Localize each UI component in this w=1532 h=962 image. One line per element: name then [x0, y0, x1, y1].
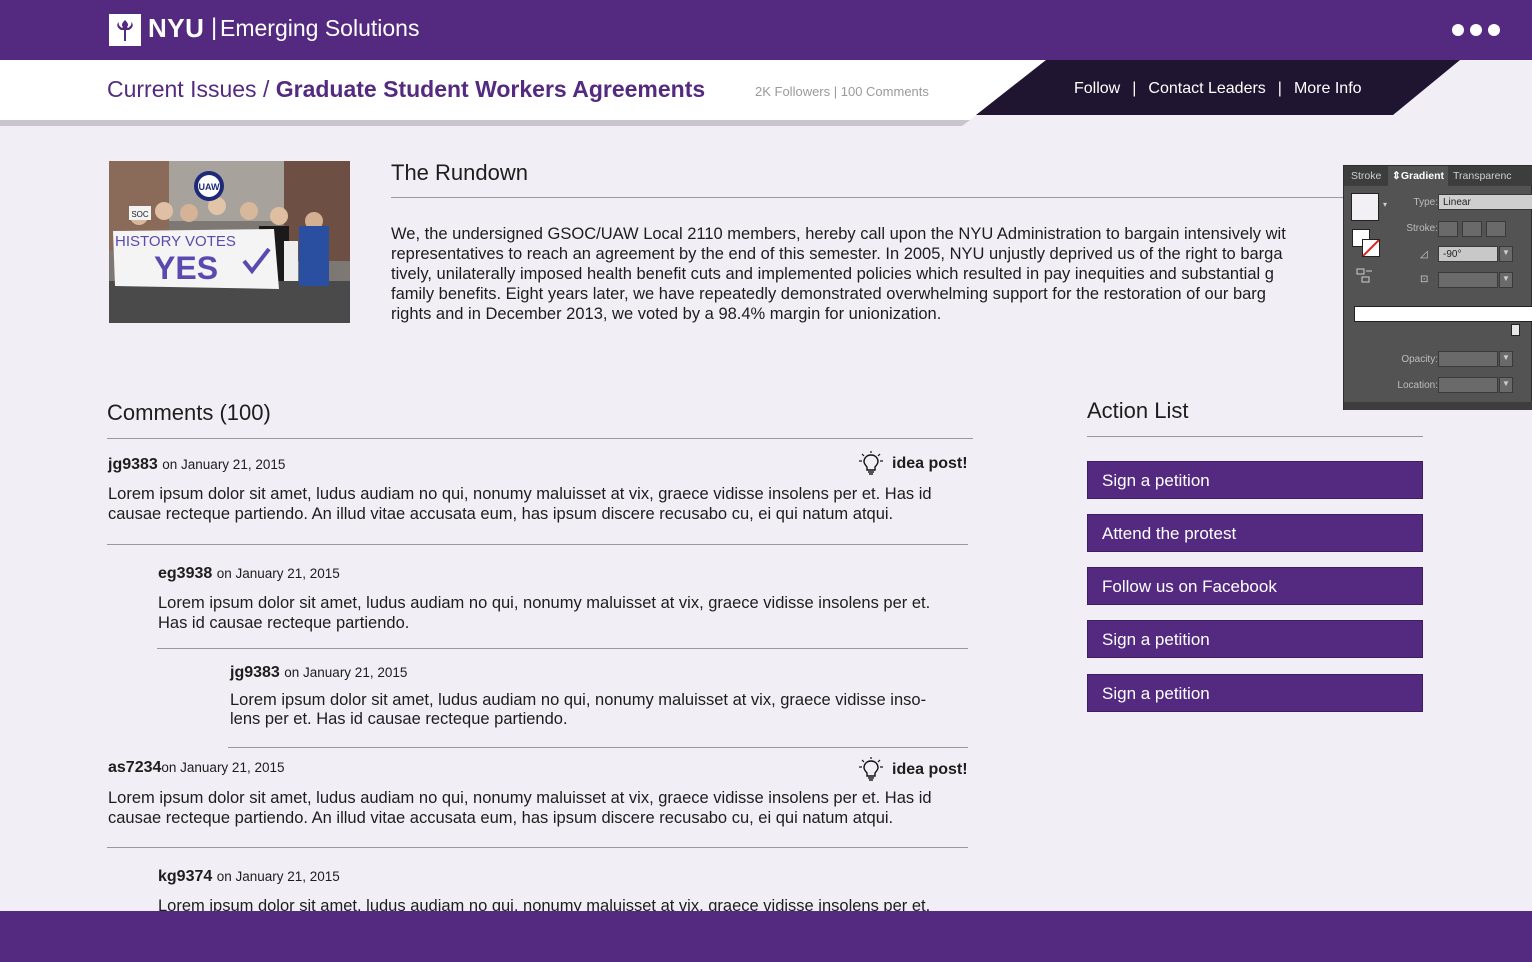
- gradient-panel: Stroke ⇕Gradient Transparenc ▾ Type: Lin…: [1343, 165, 1532, 410]
- panel-resize-handle[interactable]: [1344, 402, 1532, 410]
- location-dropdown[interactable]: ▼: [1499, 377, 1513, 393]
- footer-bar: [0, 911, 1532, 962]
- idea-post-badge: idea post!: [856, 451, 968, 477]
- angle-dropdown[interactable]: ▼: [1499, 246, 1513, 262]
- aspect-dropdown[interactable]: ▼: [1499, 272, 1513, 288]
- idea-post-badge: idea post!: [856, 757, 968, 783]
- chevron-down-icon: ▼: [1502, 248, 1510, 257]
- lightbulb-icon: [859, 757, 883, 781]
- tab-gradient[interactable]: ⇕Gradient: [1388, 166, 1448, 186]
- stroke-option-1[interactable]: [1438, 221, 1458, 237]
- comment-reply: eg3938 on January 21, 2015 Lorem ipsum d…: [158, 565, 978, 633]
- aspect-icon: ⊡: [1420, 274, 1429, 285]
- banner-line-1: HISTORY VOTES: [115, 233, 236, 250]
- nav-separator: |: [1277, 80, 1282, 97]
- comment-body: Lorem ipsum dolor sit amet, ludus audiam…: [158, 594, 931, 632]
- divider: [1087, 436, 1423, 437]
- more-info-link[interactable]: More Info: [1294, 80, 1362, 97]
- divider: [228, 747, 968, 748]
- stroke-option-3[interactable]: [1486, 221, 1506, 237]
- comment-date: on January 21, 2015: [161, 760, 285, 775]
- comment-body: Lorem ipsum dolor sit amet, ludus audiam…: [230, 691, 927, 728]
- comment-user[interactable]: kg9374: [158, 868, 212, 885]
- comment: as7234on January 21, 2015 Lorem ipsum do…: [108, 759, 978, 828]
- sign-petition-button[interactable]: Sign a petition: [1087, 620, 1423, 658]
- opacity-label: Opacity:: [1401, 354, 1438, 365]
- idea-post-label: idea post!: [892, 761, 968, 779]
- comment-body: Lorem ipsum dolor sit amet, ludus audiam…: [108, 789, 932, 827]
- comment-user[interactable]: eg3938: [158, 565, 212, 582]
- divider: [157, 648, 968, 649]
- issue-nav: Follow | Contact Leaders | More Info: [1074, 80, 1362, 98]
- gradient-stop-handle[interactable]: [1511, 324, 1520, 336]
- comment-date: on January 21, 2015: [162, 457, 286, 472]
- comments-title: Comments (100): [107, 400, 271, 425]
- comment-reply: kg9374 on January 21, 2015 Lorem ipsum d…: [158, 868, 978, 916]
- site-subtitle: Emerging Solutions: [220, 15, 420, 41]
- sign-petition-button[interactable]: Sign a petition: [1087, 461, 1423, 499]
- comment-date: on January 21, 2015: [284, 665, 408, 680]
- issue-stats: 2K Followers | 100 Comments: [755, 84, 929, 99]
- sign-petition-button[interactable]: Sign a petition: [1087, 674, 1423, 712]
- stroke-option-2[interactable]: [1462, 221, 1482, 237]
- divider: [107, 438, 973, 439]
- stroke-swatch[interactable]: [1362, 239, 1380, 257]
- chevron-down-icon[interactable]: ▾: [1383, 200, 1387, 209]
- tab-transparency[interactable]: Transparenc: [1453, 170, 1512, 182]
- aspect-field[interactable]: [1438, 272, 1498, 288]
- breadcrumb-separator: /: [256, 76, 276, 102]
- comment-user[interactable]: as7234: [108, 759, 161, 776]
- banner-line-2: YES: [154, 250, 218, 286]
- small-sign-text: SOC: [131, 210, 149, 219]
- nyu-wordmark: NYU: [148, 13, 205, 43]
- nyu-torch-logo[interactable]: [109, 14, 141, 46]
- follow-facebook-button[interactable]: Follow us on Facebook: [1087, 567, 1423, 605]
- tab-gradient-label: Gradient: [1400, 170, 1444, 182]
- opacity-dropdown[interactable]: ▼: [1499, 351, 1513, 367]
- breadcrumb-current: Graduate Student Workers Agreements: [275, 76, 706, 102]
- rundown-text: We, the undersigned GSOC/UAW Local 2110 …: [391, 225, 1286, 323]
- uaw-sign-text: UAW: [199, 182, 221, 192]
- nav-separator: |: [1132, 80, 1137, 97]
- angle-icon: ◿: [1420, 249, 1428, 260]
- opacity-field[interactable]: [1438, 351, 1498, 367]
- lightbulb-icon: [859, 451, 883, 475]
- more-menu-icon[interactable]: [1450, 21, 1502, 39]
- idea-post-label: idea post!: [892, 455, 968, 473]
- protest-photo: UAW SOC HISTORY VOTES YES: [109, 161, 350, 323]
- comment-date: on January 21, 2015: [216, 566, 340, 581]
- gradient-swatch[interactable]: [1351, 193, 1379, 221]
- stroke-label: Stroke:: [1406, 223, 1438, 234]
- comment-body: Lorem ipsum dolor sit amet, ludus audiam…: [108, 485, 932, 523]
- action-list-title: Action List: [1087, 398, 1189, 423]
- comment: jg9383 on January 21, 2015 Lorem ipsum d…: [108, 456, 978, 524]
- attend-protest-button[interactable]: Attend the protest: [1087, 514, 1423, 552]
- location-field[interactable]: [1438, 377, 1498, 393]
- chevron-down-icon: ▼: [1502, 379, 1510, 388]
- reverse-gradient-icon[interactable]: [1356, 268, 1374, 287]
- comment-user[interactable]: jg9383: [108, 456, 158, 473]
- comment-reply: jg9383 on January 21, 2015 Lorem ipsum d…: [230, 664, 975, 729]
- chevron-down-icon: ▼: [1502, 274, 1510, 283]
- divider: [391, 197, 1422, 198]
- breadcrumb: Current Issues / Graduate Student Worker…: [107, 76, 705, 103]
- divider: [107, 847, 968, 848]
- type-select[interactable]: Linear: [1438, 194, 1532, 210]
- contact-leaders-link[interactable]: Contact Leaders: [1148, 80, 1265, 97]
- brand-separator: |: [211, 14, 218, 41]
- gradient-slider[interactable]: [1354, 306, 1532, 322]
- follow-link[interactable]: Follow: [1074, 80, 1120, 97]
- type-label: Type:: [1413, 197, 1438, 208]
- rundown-title: The Rundown: [391, 160, 528, 185]
- divider: [107, 544, 968, 545]
- comment-user[interactable]: jg9383: [230, 664, 280, 681]
- chevron-down-icon: ▼: [1502, 353, 1510, 362]
- breadcrumb-parent[interactable]: Current Issues: [107, 76, 257, 102]
- tab-stroke[interactable]: Stroke: [1351, 170, 1381, 182]
- comment-date: on January 21, 2015: [216, 869, 340, 884]
- location-label: Location:: [1397, 380, 1438, 391]
- angle-field[interactable]: -90°: [1438, 246, 1498, 262]
